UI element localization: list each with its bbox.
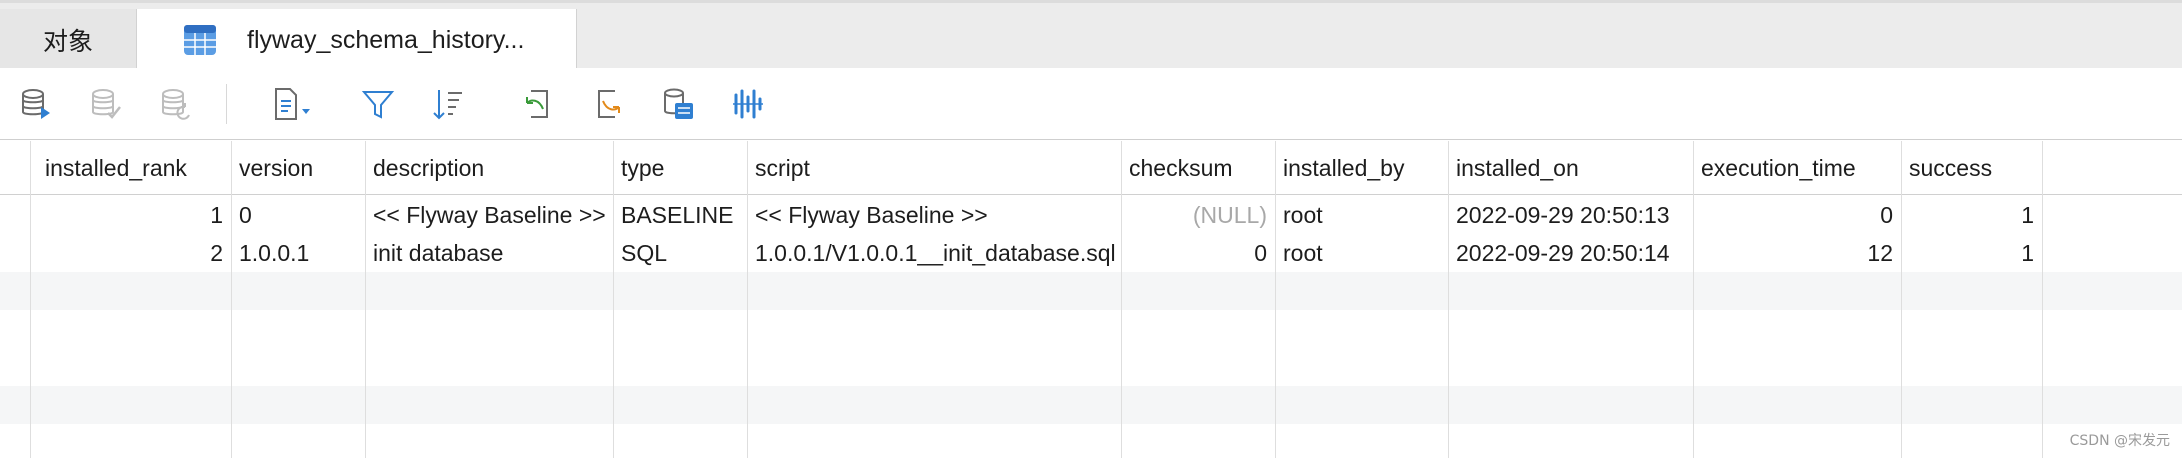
column-header-success[interactable]: success	[1901, 141, 2042, 195]
table-row[interactable]: 1 0 << Flyway Baseline >> BASELINE << Fl…	[0, 196, 2182, 234]
rollback-button[interactable]	[158, 86, 194, 122]
cell-description[interactable]: init database	[365, 234, 613, 272]
cell-execution-time[interactable]: 0	[1693, 196, 1901, 234]
filter-button[interactable]	[360, 86, 396, 122]
cell-installed-by[interactable]: root	[1275, 234, 1448, 272]
empty-row	[0, 348, 2182, 386]
cell-description[interactable]: << Flyway Baseline >>	[365, 196, 613, 234]
tab-bar: 对象 flyway_schema_history...	[0, 0, 2182, 71]
import-button[interactable]	[520, 86, 556, 122]
begin-transaction-button[interactable]	[18, 86, 54, 122]
cell-installed-rank[interactable]: 2	[30, 234, 231, 272]
chart-icon	[733, 89, 763, 119]
table-row[interactable]: 2 1.0.0.1 init database SQL 1.0.0.1/V1.0…	[0, 234, 2182, 272]
cell-success[interactable]: 1	[1901, 196, 2042, 234]
column-header-script[interactable]: script	[747, 141, 1121, 195]
commit-icon	[92, 89, 121, 119]
column-divider[interactable]	[2042, 141, 2043, 458]
tab-objects[interactable]: 对象	[0, 9, 137, 71]
data-generator-icon	[664, 88, 693, 119]
cell-installed-rank[interactable]: 1	[30, 196, 231, 234]
data-generator-button[interactable]	[660, 86, 696, 122]
cell-installed-by[interactable]: root	[1275, 196, 1448, 234]
empty-row	[0, 424, 2182, 458]
cell-type[interactable]: BASELINE	[613, 196, 747, 234]
column-header-description[interactable]: description	[365, 141, 613, 195]
tab-flyway-schema-history[interactable]: flyway_schema_history...	[137, 9, 577, 71]
sort-button[interactable]	[430, 86, 466, 122]
column-divider[interactable]	[747, 141, 748, 458]
text-view-button[interactable]	[272, 86, 318, 122]
column-header-installed-rank[interactable]: installed_rank	[37, 141, 231, 195]
tab-table-label: flyway_schema_history...	[247, 25, 525, 54]
text-view-icon	[275, 88, 310, 120]
grid-header: installed_rank version description type …	[0, 141, 2182, 195]
import-icon	[526, 90, 548, 118]
toolbar-separator	[226, 84, 227, 124]
cell-success[interactable]: 1	[1901, 234, 2042, 272]
column-divider[interactable]	[1693, 141, 1694, 458]
begin-transaction-icon	[22, 89, 50, 119]
export-icon	[598, 90, 620, 118]
watermark: CSDN @宋发元	[2069, 433, 2170, 449]
cell-version[interactable]: 0	[231, 196, 365, 234]
export-button[interactable]	[590, 86, 626, 122]
cell-type[interactable]: SQL	[613, 234, 747, 272]
cell-execution-time[interactable]: 12	[1693, 234, 1901, 272]
filter-icon	[361, 91, 395, 119]
column-header-version[interactable]: version	[231, 141, 365, 195]
column-divider[interactable]	[1121, 141, 1122, 458]
column-divider[interactable]	[365, 141, 366, 458]
cell-installed-on[interactable]: 2022-09-29 20:50:13	[1448, 196, 1693, 234]
empty-row	[0, 386, 2182, 424]
column-header-checksum[interactable]: checksum	[1121, 141, 1275, 195]
toolbar	[0, 68, 2182, 140]
column-header-execution-time[interactable]: execution_time	[1693, 141, 1901, 195]
column-divider[interactable]	[231, 141, 232, 458]
data-grid[interactable]: installed_rank version description type …	[0, 141, 2182, 458]
commit-button[interactable]	[88, 86, 124, 122]
column-header-installed-on[interactable]: installed_on	[1448, 141, 1693, 195]
column-divider[interactable]	[1448, 141, 1449, 458]
column-header-type[interactable]: type	[613, 141, 747, 195]
cell-script[interactable]: 1.0.0.1/V1.0.0.1__init_database.sql	[747, 234, 1121, 272]
sort-icon	[433, 90, 462, 120]
empty-row	[0, 272, 2182, 310]
cell-version[interactable]: 1.0.0.1	[231, 234, 365, 272]
tab-objects-label: 对象	[42, 28, 93, 56]
chart-button[interactable]	[730, 86, 766, 122]
cell-installed-on[interactable]: 2022-09-29 20:50:14	[1448, 234, 1693, 272]
table-icon	[184, 25, 216, 55]
cell-script[interactable]: << Flyway Baseline >>	[747, 196, 1121, 234]
cell-checksum[interactable]: 0	[1121, 234, 1275, 272]
rollback-icon	[162, 89, 190, 120]
column-divider[interactable]	[30, 141, 31, 458]
column-divider[interactable]	[1901, 141, 1902, 458]
column-divider[interactable]	[613, 141, 614, 458]
cell-checksum[interactable]: (NULL)	[1121, 196, 1275, 234]
column-divider[interactable]	[1275, 141, 1276, 458]
column-header-installed-by[interactable]: installed_by	[1275, 141, 1448, 195]
empty-row	[0, 310, 2182, 348]
